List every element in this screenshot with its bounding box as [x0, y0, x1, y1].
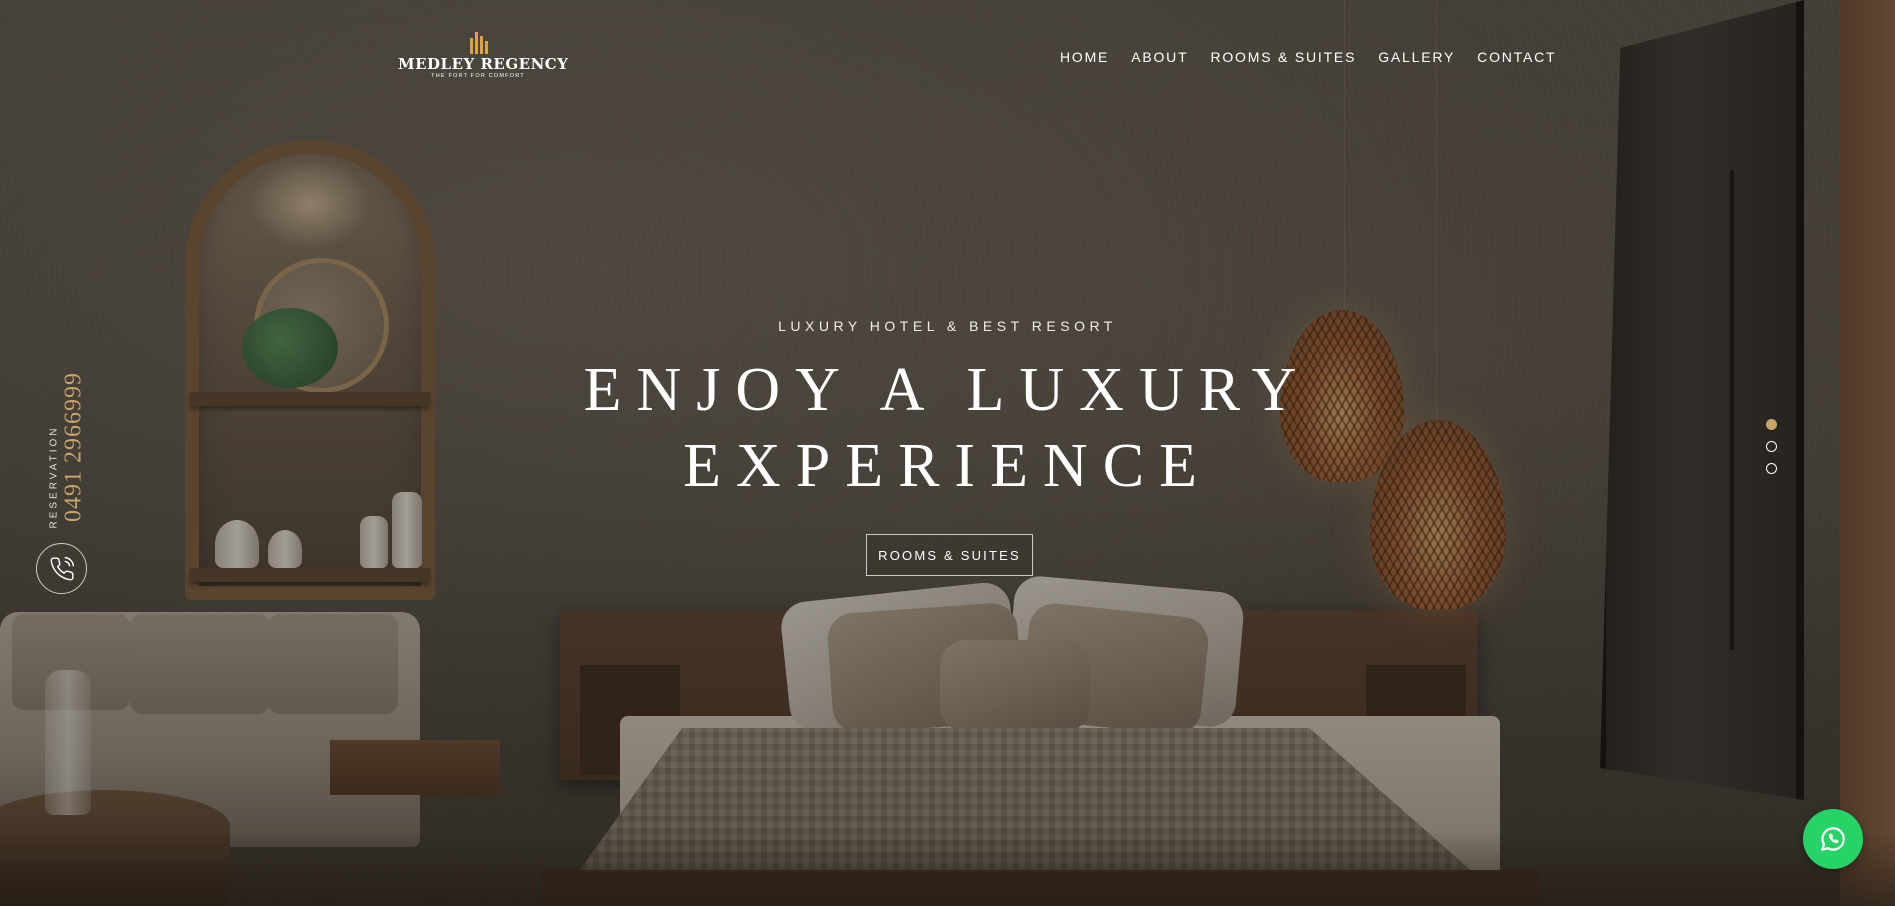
logo-mark-icon [468, 32, 488, 54]
logo-name: MEDLEY REGENCY [398, 55, 569, 73]
main-nav: HOME ABOUT ROOMS & SUITES GALLERY CONTAC… [1060, 47, 1578, 67]
nav-item-rooms-suites[interactable]: ROOMS & SUITES [1210, 47, 1356, 67]
hero-title-line2: EXPERIENCE [683, 432, 1212, 500]
hero-title-line1: ENJOY A LUXURY [583, 356, 1312, 424]
hero-subtitle: LUXURY HOTEL & BEST RESORT [778, 318, 1117, 334]
nav-item-contact[interactable]: CONTACT [1477, 47, 1556, 67]
nav-item-gallery[interactable]: GALLERY [1378, 47, 1455, 67]
slider-dot-2[interactable] [1766, 441, 1777, 452]
site-logo[interactable]: MEDLEY REGENCY THE FORT FOR COMFORT [398, 32, 569, 80]
slider-dot-1[interactable] [1766, 419, 1777, 430]
rooms-suites-button[interactable]: ROOMS & SUITES [866, 534, 1033, 576]
nav-item-about[interactable]: ABOUT [1131, 47, 1188, 67]
logo-tagline: THE FORT FOR COMFORT [431, 73, 525, 79]
slider-dot-3[interactable] [1766, 463, 1777, 474]
phone-icon [50, 556, 74, 580]
nav-item-home[interactable]: HOME [1060, 47, 1109, 67]
hero-title: ENJOY A LUXURY EXPERIENCE [0, 352, 1895, 504]
whatsapp-icon [1821, 827, 1845, 851]
reservation-phone-text: 0491 2966999 [60, 372, 87, 522]
hero-page: MEDLEY REGENCY THE FORT FOR COMFORT HOME… [0, 0, 1895, 906]
slider-pagination [1766, 419, 1780, 485]
reservation-phone[interactable]: 0491 2966999 [60, 362, 87, 532]
call-button[interactable] [36, 543, 87, 594]
reservation-label-text: RESERVATION [48, 425, 60, 529]
whatsapp-button[interactable] [1803, 809, 1863, 869]
